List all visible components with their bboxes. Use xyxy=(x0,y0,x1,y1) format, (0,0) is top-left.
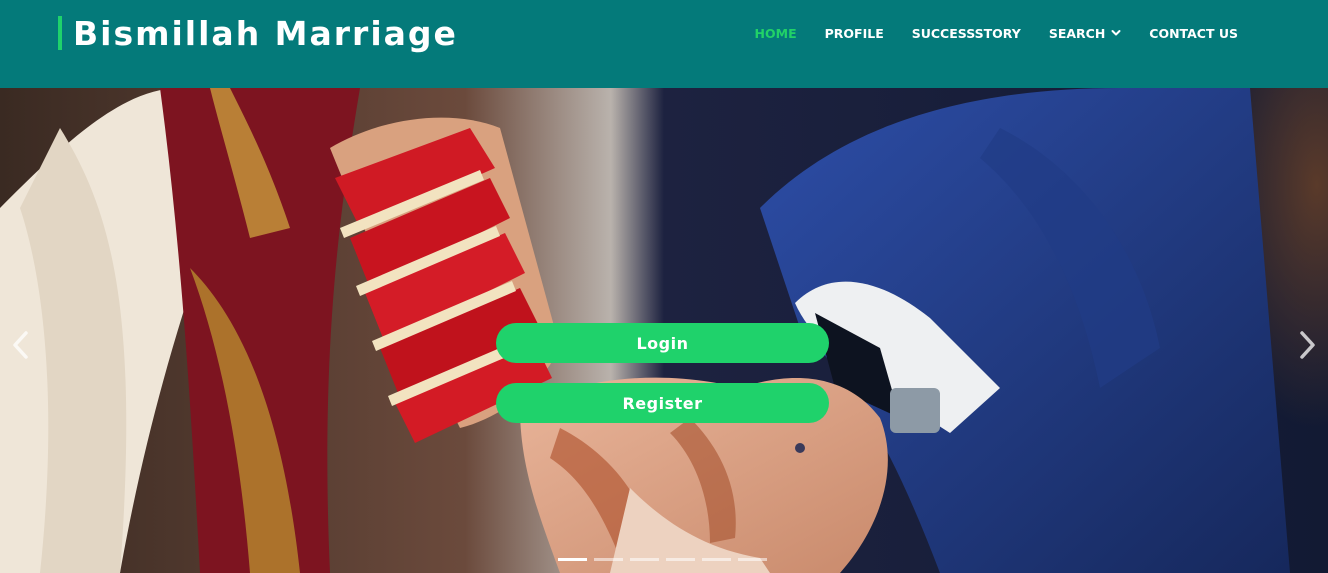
nav-home-label: HOME xyxy=(754,25,797,41)
carousel-indicator[interactable] xyxy=(630,558,659,561)
carousel-next-button[interactable] xyxy=(1294,328,1320,362)
nav-search-label: SEARCH xyxy=(1048,25,1106,41)
nav-successstory-label: SUCCESSSTORY xyxy=(911,25,1021,41)
carousel-indicator[interactable] xyxy=(666,558,695,561)
nav-home[interactable]: HOME xyxy=(755,26,797,41)
nav-contact-us[interactable]: CONTACT US xyxy=(1149,26,1238,41)
carousel-indicator[interactable] xyxy=(558,558,587,561)
brand-accent-bar xyxy=(58,16,62,50)
carousel-prev-button[interactable] xyxy=(8,328,34,362)
navbar: Bismillah Marriage HOME PROFILE SUCCESSS… xyxy=(0,0,1328,88)
carousel-indicator[interactable] xyxy=(702,558,731,561)
chevron-left-icon xyxy=(13,331,28,359)
nav-successstory[interactable]: SUCCESSSTORY xyxy=(912,26,1021,41)
register-button[interactable]: Register xyxy=(496,383,829,423)
carousel-indicators xyxy=(558,558,767,561)
chevron-right-icon xyxy=(1300,331,1315,359)
carousel-indicator[interactable] xyxy=(594,558,623,561)
carousel-indicator[interactable] xyxy=(738,558,767,561)
chevron-down-icon xyxy=(1111,30,1121,36)
login-button[interactable]: Login xyxy=(496,323,829,363)
brand-title[interactable]: Bismillah Marriage xyxy=(73,14,458,53)
main-nav: HOME PROFILE SUCCESSSTORY SEARCH CONTACT… xyxy=(755,24,1238,42)
hero-carousel: Login Register xyxy=(0,88,1328,573)
brand-logo[interactable]: Bismillah Marriage xyxy=(58,14,458,53)
nav-contact-label: CONTACT US xyxy=(1149,25,1238,41)
nav-profile[interactable]: PROFILE xyxy=(825,26,884,41)
nav-profile-label: PROFILE xyxy=(824,25,884,41)
nav-search-dropdown[interactable]: SEARCH xyxy=(1049,26,1121,41)
